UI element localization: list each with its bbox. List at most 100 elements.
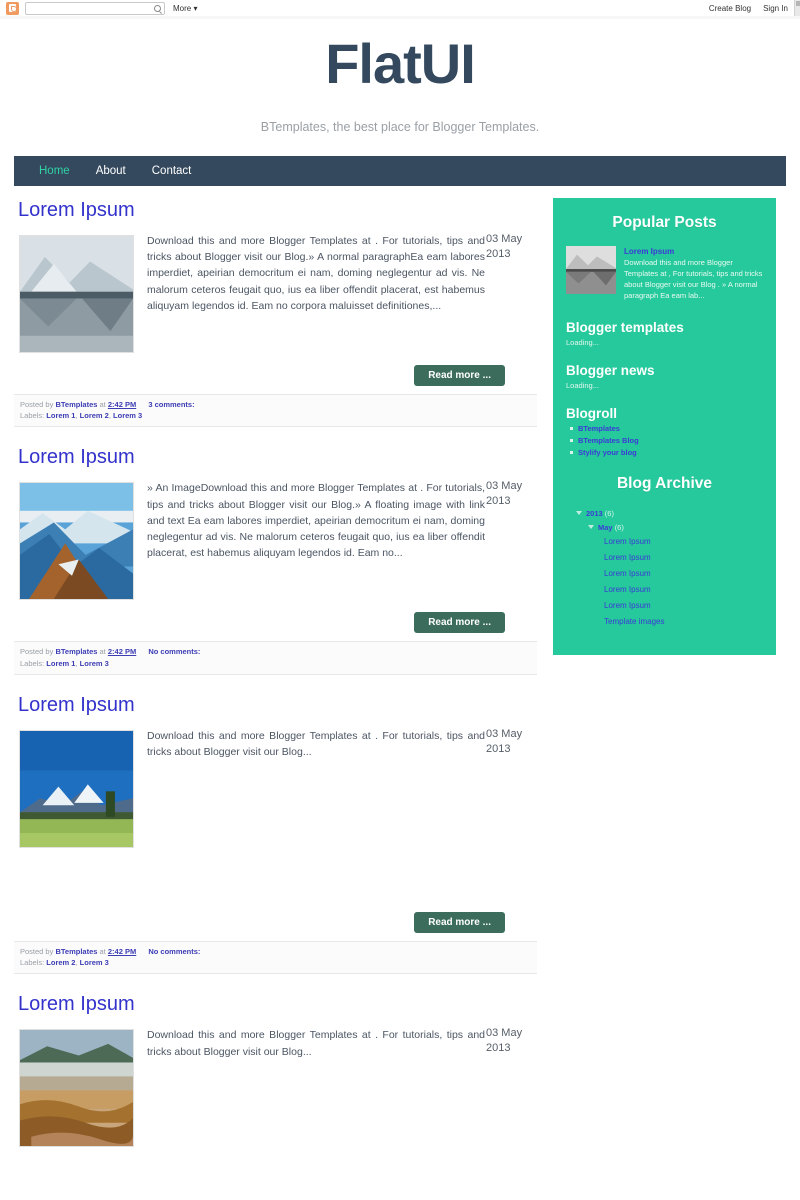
nav-item-about[interactable]: About — [83, 156, 139, 186]
blogger-search-field[interactable] — [25, 1, 165, 15]
archive-post-row: Lorem Ipsum — [576, 569, 763, 578]
chevron-down-icon[interactable] — [576, 510, 582, 515]
chevron-down-icon[interactable] — [588, 524, 594, 529]
post-comments-link[interactable]: No comments: — [148, 647, 200, 656]
read-more-row: Read more ... — [14, 1153, 537, 1200]
more-label: More — [173, 3, 192, 13]
post-label-link[interactable]: Lorem 3 — [80, 659, 109, 668]
archive-post-link[interactable]: Lorem Ipsum — [604, 601, 651, 610]
post-footer: Posted by BTemplates at 2:42 PM No comme… — [14, 641, 537, 675]
post-date-daymonth: 03 May — [486, 1027, 523, 1040]
volcano-field-image — [20, 730, 133, 847]
post-title-link[interactable]: Lorem Ipsum — [18, 445, 537, 469]
archive-post-row: Lorem Ipsum — [576, 537, 763, 546]
list-item: BTemplates — [570, 424, 763, 433]
nav-item-home[interactable]: Home — [26, 156, 83, 186]
post-date: 03 May 2013 — [486, 479, 530, 509]
posted-by-label: Posted by — [20, 946, 54, 956]
post-thumbnail[interactable] — [19, 1029, 134, 1148]
post-author-link[interactable]: BTemplates — [55, 400, 97, 409]
post-comments-link[interactable]: 3 comments: — [148, 400, 194, 409]
read-more-button[interactable]: Read more ... — [414, 364, 505, 386]
archive-year-link[interactable]: 2013 — [586, 509, 603, 518]
site-description: BTemplates, the best place for Blogger T… — [260, 119, 540, 134]
read-more-button[interactable]: Read more ... — [414, 612, 505, 634]
nav-item-contact[interactable]: Contact — [139, 156, 205, 186]
post-date: 03 May 2013 — [486, 727, 530, 757]
post-label-link[interactable]: Lorem 3 — [113, 411, 142, 420]
blog-post: Lorem Ipsum 03 May 2013 — [14, 445, 537, 675]
post-date: 03 May 2013 — [486, 1026, 530, 1056]
post-title-link[interactable]: Lorem Ipsum — [18, 198, 537, 222]
read-more-row: Read more ... — [14, 359, 537, 386]
popular-post-item: Lorem Ipsum Download this and more Blogg… — [566, 245, 763, 302]
post-title-link[interactable]: Lorem Ipsum — [18, 693, 537, 717]
post-timestamp-link[interactable]: 2:42 PM — [108, 647, 136, 656]
post-label-link[interactable]: Lorem 2 — [80, 411, 109, 420]
blog-archive-widget: Blog Archive 2013 (6) May (6) Lorem Ipsu… — [566, 475, 763, 626]
sign-in-link[interactable]: Sign In — [763, 4, 788, 13]
archive-post-link[interactable]: Lorem Ipsum — [604, 569, 651, 578]
archive-year-row[interactable]: 2013 (6) — [576, 509, 763, 518]
archive-month-count: (6) — [614, 522, 624, 532]
labels-key: Labels: — [20, 658, 45, 668]
blogger-b-icon[interactable] — [6, 1, 19, 15]
post-title-link[interactable]: Lorem Ipsum — [18, 992, 537, 1016]
snow-mountain-lake-bw-image — [566, 245, 616, 294]
popular-post-link[interactable]: Lorem Ipsum — [624, 246, 763, 258]
archive-tree: 2013 (6) May (6) Lorem Ipsum Lorem Ipsum… — [566, 509, 763, 626]
post-date-year: 2013 — [486, 1042, 511, 1055]
post-thumbnail[interactable] — [19, 482, 134, 601]
post-timestamp-link[interactable]: 2:42 PM — [108, 947, 136, 956]
search-input[interactable] — [26, 2, 144, 14]
archive-post-link[interactable]: Lorem Ipsum — [604, 537, 651, 546]
archive-post-link[interactable]: Template images — [604, 617, 664, 626]
read-more-row: Read more ... — [14, 606, 537, 634]
blogger-navbar: More ▾ Create Blog Sign In — [0, 0, 800, 19]
sidebar-column: Popular Posts Lorem Ipsum Download this … — [553, 186, 776, 655]
post-label-link[interactable]: Lorem 1 — [46, 659, 75, 668]
post-thumbnail[interactable] — [19, 234, 134, 353]
glacier-blue-image — [20, 483, 133, 600]
archive-post-row: Lorem Ipsum — [576, 601, 763, 610]
post-label-link[interactable]: Lorem 3 — [80, 958, 109, 967]
post-author-link[interactable]: BTemplates — [55, 947, 97, 956]
archive-month-link[interactable]: May — [598, 523, 613, 532]
post-label-link[interactable]: Lorem 2 — [46, 958, 75, 967]
create-blog-link[interactable]: Create Blog — [709, 4, 751, 13]
site-header: FlatUI BTemplates, the best place for Bl… — [0, 17, 800, 134]
blog-post: Lorem Ipsum 03 May 2013 — [14, 992, 537, 1200]
labels-key: Labels: — [20, 958, 45, 968]
popular-post-thumbnail[interactable] — [566, 245, 616, 294]
post-comments-link[interactable]: No comments: — [148, 947, 200, 956]
post-thumbnail[interactable] — [19, 729, 134, 848]
blogroll-link[interactable]: BTemplates — [578, 424, 620, 433]
page-title: FlatUI — [325, 32, 476, 95]
post-date-year: 2013 — [486, 495, 511, 508]
post-body: 03 May 2013 Download this and more Blogg… — [14, 1026, 537, 1200]
list-item: BTemplates Blog — [570, 436, 763, 445]
more-menu-button[interactable]: More ▾ — [173, 4, 197, 13]
archive-post-link[interactable]: Lorem Ipsum — [604, 553, 651, 562]
post-label-link[interactable]: Lorem 1 — [46, 411, 75, 420]
search-icon — [154, 4, 161, 12]
post-footer: Posted by BTemplates at 2:42 PM No comme… — [14, 940, 537, 975]
blogger-templates-widget: Blogger templates Loading... — [566, 320, 763, 347]
blog-post: Lorem Ipsum 03 May 2013 — [14, 198, 537, 428]
navbar-scrollbar[interactable] — [794, 0, 800, 17]
archive-post-link[interactable]: Lorem Ipsum — [604, 585, 651, 594]
post-body: 03 May 2013 Download this and more Blogg… — [14, 727, 537, 933]
read-more-button[interactable]: Read more ... — [414, 911, 505, 933]
blogger-news-status: Loading... — [566, 380, 599, 390]
at-label: at — [99, 946, 106, 956]
post-timestamp-link[interactable]: 2:42 PM — [108, 400, 136, 409]
post-excerpt: Download this and more Blogger Templates… — [147, 1029, 485, 1058]
archive-month-row[interactable]: May (6) — [576, 523, 763, 532]
posted-by-label: Posted by — [20, 399, 54, 409]
blogroll-link[interactable]: BTemplates Blog — [578, 436, 639, 445]
post-author-link[interactable]: BTemplates — [55, 647, 97, 656]
blogroll-link[interactable]: Stylify your blog — [578, 448, 637, 457]
blogger-templates-status: Loading... — [566, 337, 599, 347]
read-more-row: Read more ... — [14, 854, 537, 933]
main-navigation: Home About Contact — [14, 155, 786, 186]
